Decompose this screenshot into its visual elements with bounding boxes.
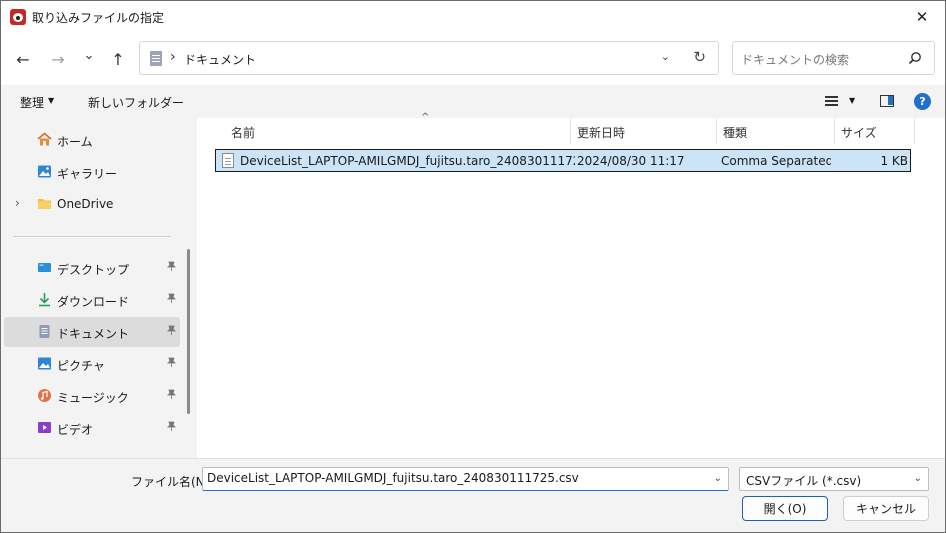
close-button[interactable]: ✕ — [899, 1, 945, 33]
file-size: 1 KB — [880, 154, 908, 168]
filename-combobox[interactable]: ⌄ — [202, 467, 729, 491]
pin-icon[interactable] — [167, 389, 176, 402]
cancel-button[interactable]: キャンセル — [843, 496, 929, 521]
column-header-type[interactable]: 種類 — [717, 118, 835, 144]
view-options-dropdown[interactable]: ▼ — [849, 96, 855, 105]
sidebar-item-label: ギャラリー — [57, 167, 118, 181]
window-title: 取り込みファイルの指定 — [32, 11, 165, 25]
chevron-down-icon[interactable]: ▼ — [48, 96, 54, 105]
sidebar-item-onedrive[interactable]: › OneDrive — [4, 189, 180, 219]
sidebar-item-label: ミュージック — [57, 391, 129, 405]
pin-icon[interactable] — [167, 293, 176, 306]
video-icon — [38, 422, 51, 433]
pin-icon[interactable] — [167, 421, 176, 434]
column-header-name[interactable]: 名前 ^ — [225, 112, 571, 144]
back-button[interactable]: ← — [10, 46, 36, 72]
home-icon — [37, 132, 52, 146]
forward-button[interactable]: → — [45, 46, 71, 72]
search-input[interactable]: ドキュメントの検索 — [732, 41, 935, 75]
chevron-down-icon[interactable]: ⌄ — [661, 50, 670, 63]
recent-locations-button[interactable]: ⌄ — [76, 42, 102, 68]
search-icon — [908, 52, 921, 65]
sidebar-scrollbar[interactable] — [187, 249, 190, 414]
navigation-bar: ← → ⌄ ↑ › ドキュメント ⌄ ↻ ドキュメントの検索 — [1, 33, 945, 85]
sidebar-item-label: デスクトップ — [57, 263, 130, 277]
document-icon — [39, 325, 50, 338]
sidebar-item-label: ホーム — [57, 135, 93, 149]
sidebar-item-label: ビデオ — [57, 423, 94, 437]
pin-icon[interactable] — [167, 261, 176, 274]
sidebar-item-label: ピクチャ — [57, 359, 105, 373]
sort-ascending-icon: ^ — [421, 112, 430, 123]
sidebar-item-gallery[interactable]: ギャラリー — [4, 157, 180, 187]
sidebar-item-music[interactable]: ミュージック — [4, 381, 180, 411]
chevron-down-icon[interactable]: ⌄ — [914, 473, 922, 484]
chevron-right-icon[interactable]: › — [15, 196, 20, 210]
file-type-select[interactable]: CSVファイル (*.csv) ⌄ — [739, 467, 929, 491]
pictures-icon — [38, 357, 51, 370]
command-bar: 整理 ▼ 新しいフォルダー ▼ ? — [1, 85, 945, 118]
pin-icon[interactable] — [167, 357, 176, 370]
folder-icon — [38, 199, 51, 209]
dialog-footer: ファイル名(N): ⌄ CSVファイル (*.csv) ⌄ 開く(O) キャンセ… — [1, 458, 945, 532]
column-header-size[interactable]: サイズ — [835, 118, 915, 144]
breadcrumb-documents[interactable]: ドキュメント — [184, 51, 256, 68]
table-row[interactable]: DeviceList_LAPTOP-AMILGMDJ_fujitsu.taro_… — [215, 149, 911, 172]
chevron-down-icon[interactable]: ⌄ — [714, 473, 722, 484]
preview-pane-icon[interactable] — [880, 95, 894, 107]
sidebar-item-pictures[interactable]: ピクチャ — [4, 349, 180, 379]
desktop-icon — [38, 263, 51, 272]
new-folder-button[interactable]: 新しいフォルダー — [88, 94, 184, 111]
title-bar: 取り込みファイルの指定 ✕ — [1, 1, 945, 33]
sidebar-item-desktop[interactable]: デスクトップ — [4, 253, 180, 283]
refresh-icon[interactable]: ↻ — [693, 48, 706, 66]
sidebar-divider — [13, 236, 171, 237]
file-name: DeviceList_LAPTOP-AMILGMDJ_fujitsu.taro_… — [240, 154, 575, 168]
document-icon — [150, 51, 162, 66]
view-list-icon[interactable] — [825, 96, 838, 106]
filename-field[interactable] — [207, 471, 707, 485]
search-placeholder: ドキュメントの検索 — [741, 53, 850, 67]
sidebar-item-label: ダウンロード — [57, 295, 130, 309]
sidebar-item-downloads[interactable]: ダウンロード — [4, 285, 180, 315]
sidebar-item-videos[interactable]: ビデオ — [4, 413, 180, 443]
csv-file-icon — [222, 153, 234, 168]
app-icon — [10, 9, 26, 25]
up-button[interactable]: ↑ — [105, 46, 131, 72]
sidebar-item-home[interactable]: ホーム — [4, 125, 180, 155]
file-modified: 2024/08/30 11:17 — [577, 154, 685, 168]
file-type: Comma Separated... — [721, 154, 831, 168]
music-icon — [38, 389, 51, 402]
sidebar-item-label: ドキュメント — [57, 327, 130, 341]
sidebar-item-label: OneDrive — [57, 197, 114, 211]
organize-button[interactable]: 整理 — [20, 94, 44, 111]
navigation-pane: ホーム ギャラリー › OneDrive デスクトップ ダウンロード ドキュメン… — [1, 118, 197, 458]
file-type-value: CSVファイル (*.csv) — [746, 474, 862, 488]
download-icon — [39, 293, 50, 307]
open-button[interactable]: 開く(O) — [742, 496, 828, 521]
address-bar[interactable]: › ドキュメント ⌄ ↻ — [139, 41, 719, 75]
pin-icon[interactable] — [167, 325, 176, 338]
help-icon[interactable]: ? — [914, 93, 931, 110]
column-header-modified[interactable]: 更新日時 — [571, 118, 717, 144]
file-list: 名前 ^ 更新日時 種類 サイズ DeviceList_LAPTOP-AMILG… — [197, 112, 945, 458]
sidebar-item-documents[interactable]: ドキュメント — [4, 317, 180, 347]
gallery-icon — [38, 165, 51, 178]
file-open-dialog: 取り込みファイルの指定 ✕ ← → ⌄ ↑ › ドキュメント ⌄ ↻ ドキュメン… — [0, 0, 946, 533]
breadcrumb-separator: › — [170, 49, 176, 65]
